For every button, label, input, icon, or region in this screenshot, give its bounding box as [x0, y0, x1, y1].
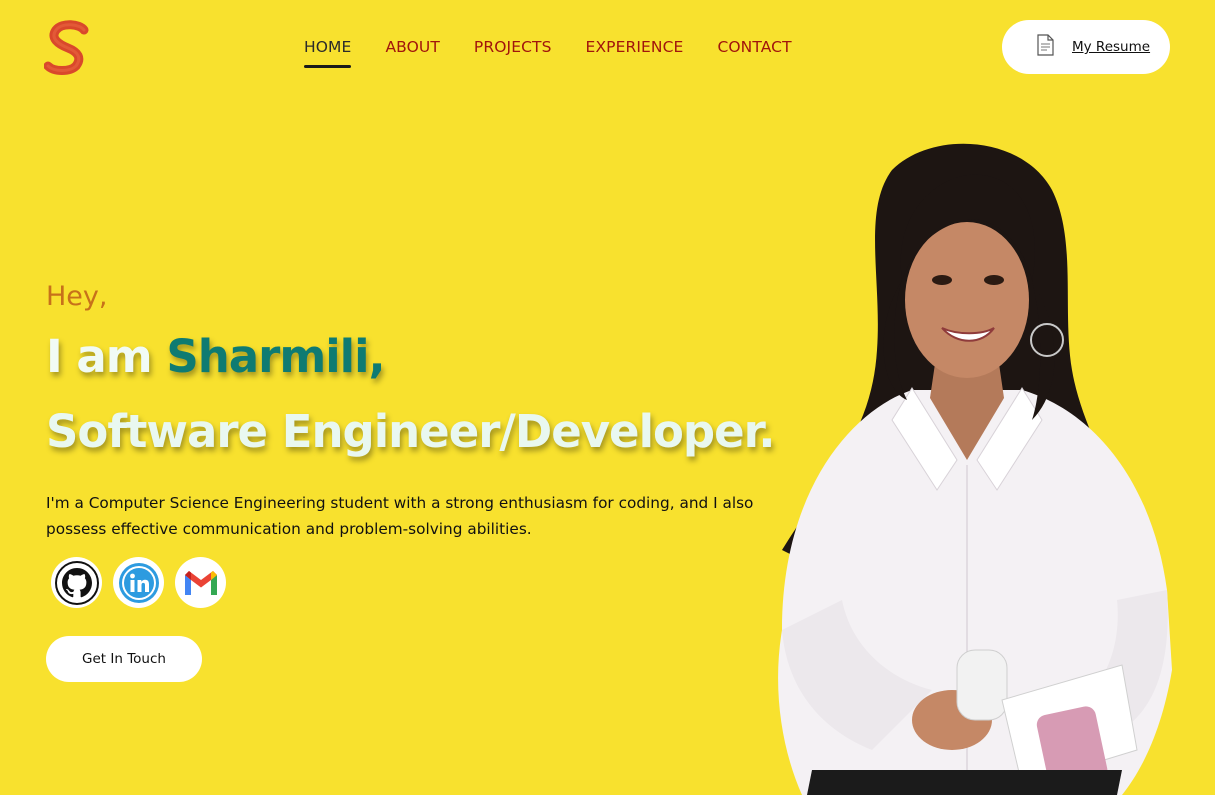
intro-heading: I am Sharmili,: [46, 330, 386, 383]
role-heading: Software Engineer/Developer.: [46, 405, 776, 458]
linkedin-icon: [118, 562, 159, 603]
greeting: Hey,: [46, 281, 108, 312]
nav-home[interactable]: HOME: [304, 38, 352, 68]
resume-label: My Resume: [1072, 39, 1151, 55]
get-in-touch-button[interactable]: Get In Touch: [46, 636, 202, 682]
nav-projects[interactable]: PROJECTS: [474, 38, 552, 68]
profile-photo: [742, 130, 1182, 795]
resume-button[interactable]: My Resume: [1002, 20, 1170, 74]
github-icon: [54, 560, 99, 605]
nav-about[interactable]: ABOUT: [385, 38, 439, 68]
name-highlight: Sharmili,: [166, 330, 385, 383]
nav-experience[interactable]: EXPERIENCE: [586, 38, 684, 68]
linkedin-link[interactable]: [113, 557, 164, 608]
site-logo[interactable]: [43, 20, 94, 76]
main-nav: HOME ABOUT PROJECTS EXPERIENCE CONTACT: [304, 38, 792, 68]
gmail-icon: [184, 570, 217, 595]
github-link[interactable]: [51, 557, 102, 608]
hero-description: I'm a Computer Science Engineering stude…: [46, 494, 754, 538]
social-links: [51, 557, 226, 608]
gmail-link[interactable]: [175, 557, 226, 608]
document-icon: [1036, 34, 1054, 60]
logo-s-icon: [43, 20, 89, 75]
intro-prefix: I am: [46, 330, 167, 383]
nav-contact[interactable]: CONTACT: [717, 38, 791, 68]
